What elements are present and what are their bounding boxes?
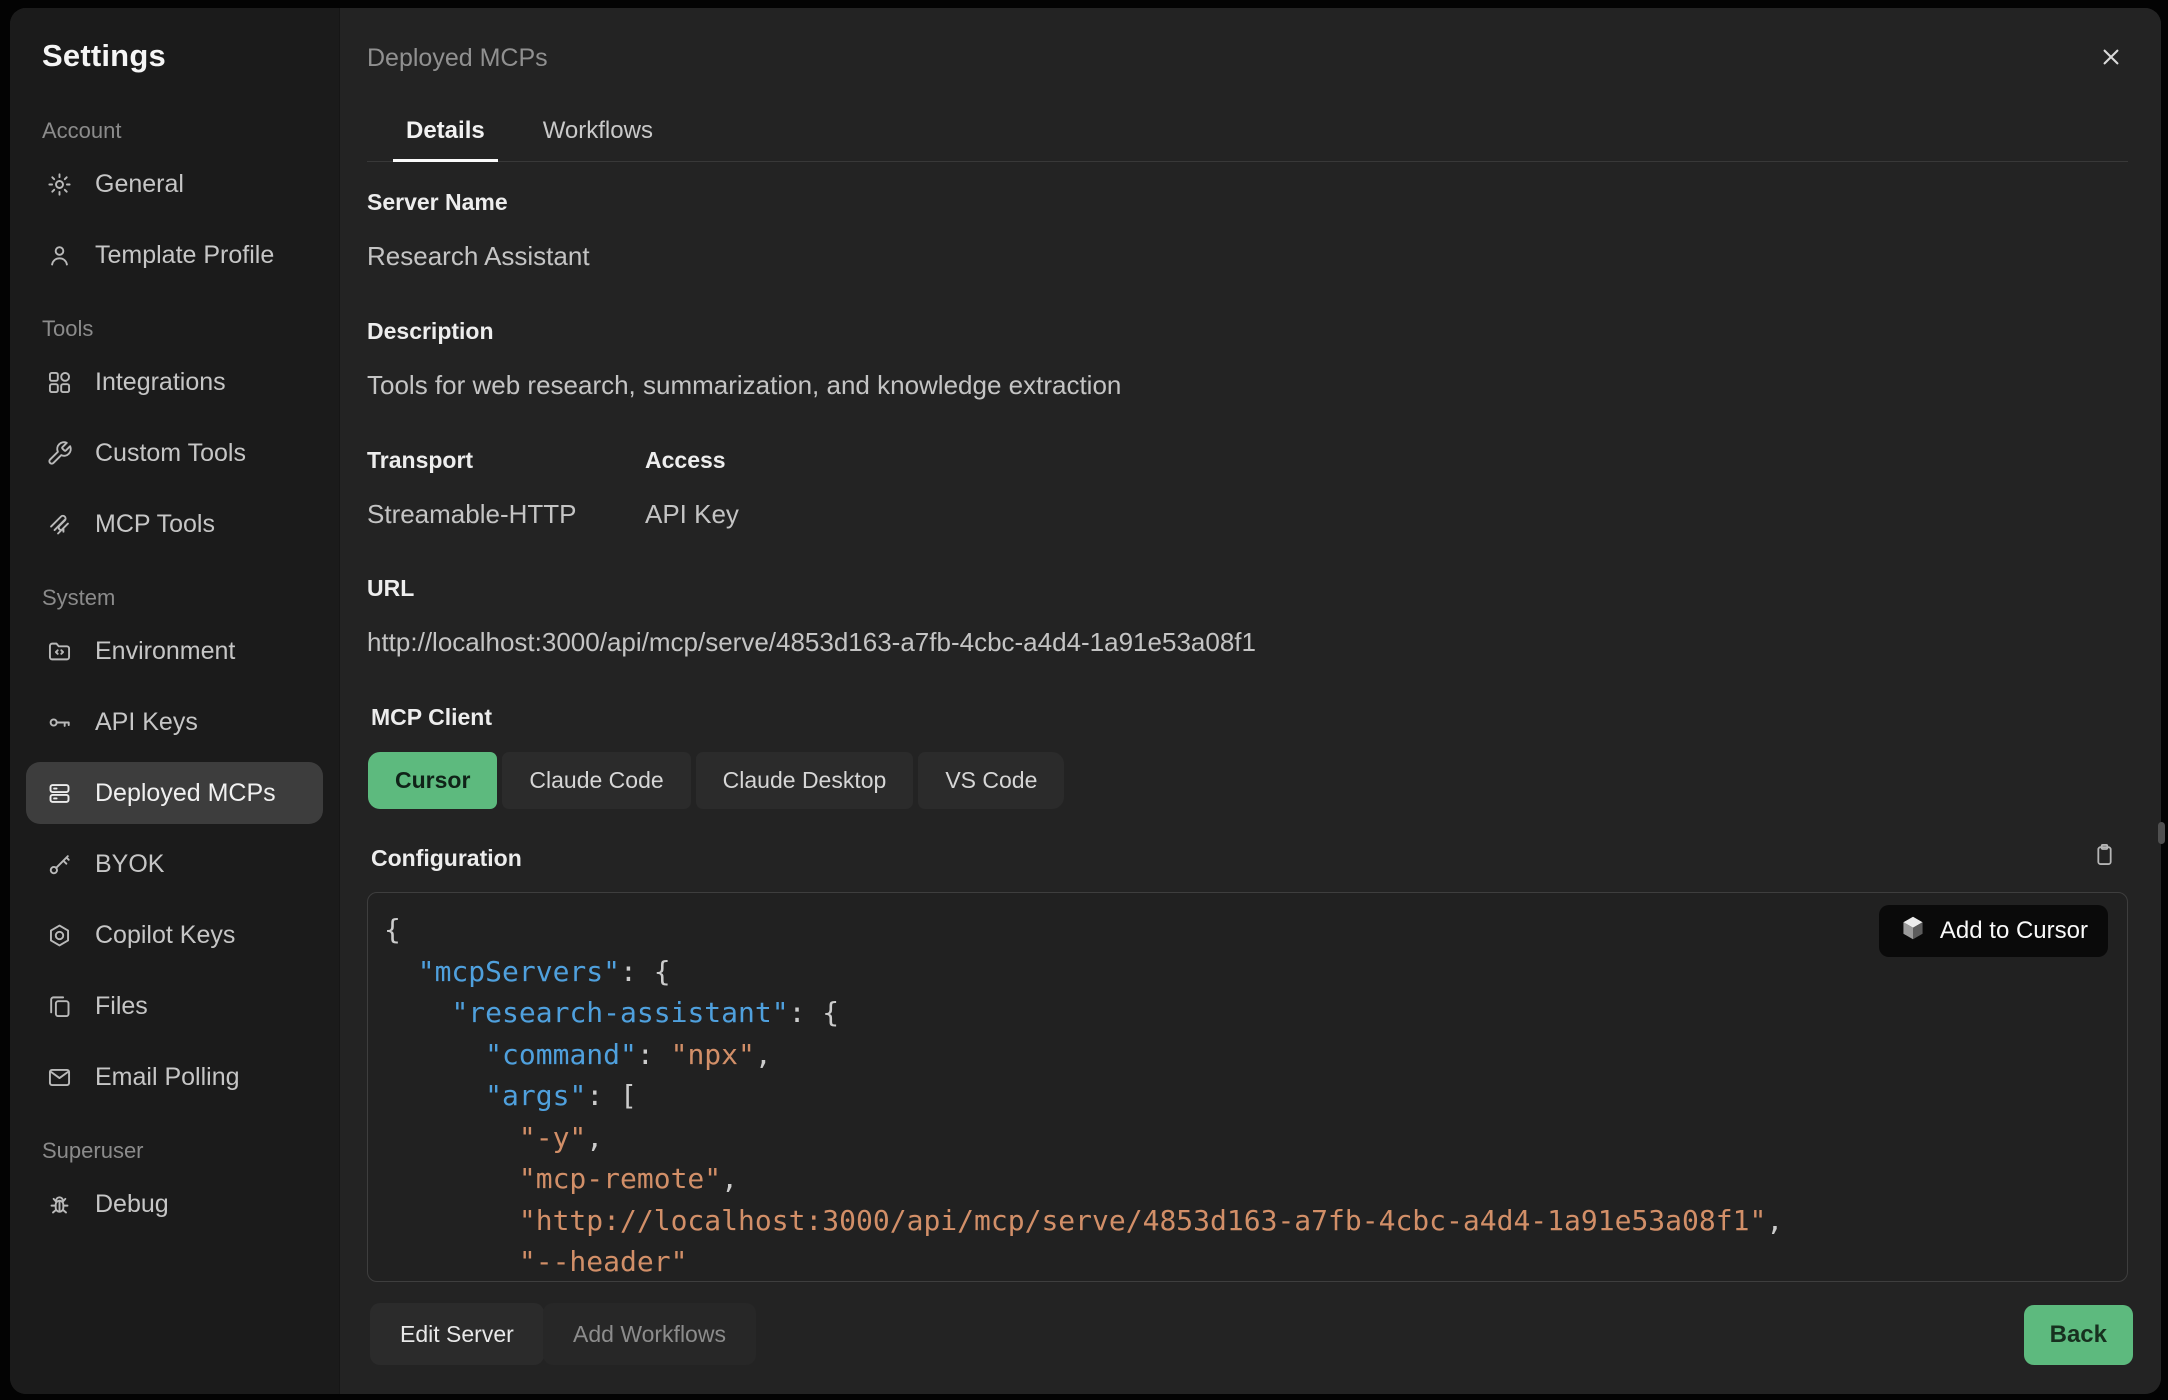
url-label: URL [367,575,414,602]
sidebar-item-debug[interactable]: Debug [26,1173,323,1235]
mcp-client-label: MCP Client [371,704,492,731]
server-name-label: Server Name [367,189,508,216]
sidebar-item-label: MCP Tools [95,510,215,539]
code-line: "args": [ [384,1075,2127,1117]
sidebar-section-system: System [42,585,323,611]
sidebar-item-label: General [95,170,184,199]
configuration-json: { "mcpServers": { "research-assistant": … [368,893,2127,1282]
sidebar-section-superuser: Superuser [42,1138,323,1164]
sidebar-item-environment[interactable]: Environment [26,620,323,682]
cursor-logo-icon [1899,914,1927,949]
back-button[interactable]: Back [2024,1305,2133,1365]
code-line: "command": "npx", [384,1034,2127,1076]
close-icon [2097,59,2125,74]
settings-modal: Settings Account General Template Profile T… [10,8,2161,1394]
sidebar-title: Settings [42,38,323,86]
code-line: "mcpServers": { [384,951,2127,993]
user-icon [46,242,73,269]
transport-label: Transport [367,447,473,474]
sidebar-item-mcp-tools[interactable]: MCP Tools [26,493,323,555]
sidebar-item-label: Custom Tools [95,439,246,468]
settings-sidebar: Settings Account General Template Profile T… [10,8,340,1394]
sidebar-section-tools: Tools [42,316,323,342]
access-value: API Key [645,499,739,530]
add-to-cursor-label: Add to Cursor [1940,917,2088,945]
close-button[interactable] [2091,38,2131,78]
mcp-icon [46,511,73,538]
code-line: "mcp-remote", [384,1158,2127,1200]
edit-server-button[interactable]: Edit Server [370,1303,544,1365]
sidebar-item-api-keys[interactable]: API Keys [26,691,323,753]
sidebar-item-general[interactable]: General [26,153,323,215]
sidebar-item-byok[interactable]: BYOK [26,833,323,895]
sidebar-item-label: BYOK [95,850,164,879]
add-to-cursor-button[interactable]: Add to Cursor [1879,905,2108,957]
tab-workflows[interactable]: Workflows [530,102,666,162]
sidebar-item-custom-tools[interactable]: Custom Tools [26,422,323,484]
mcp-client-option-vs-code[interactable]: VS Code [918,752,1064,809]
folder-code-icon [46,638,73,665]
code-line: "research-assistant": { [384,992,2127,1034]
gear-icon [46,171,73,198]
url-value: http://localhost:3000/api/mcp/serve/4853… [367,627,1256,658]
sidebar-item-label: Integrations [95,368,226,397]
files-icon [46,993,73,1020]
sidebar-item-template-profile[interactable]: Template Profile [26,224,323,286]
mcp-client-option-cursor[interactable]: Cursor [368,752,497,809]
sidebar-item-email-polling[interactable]: Email Polling [26,1046,323,1108]
mcp-client-selector: CursorClaude CodeClaude DesktopVS Code [368,752,1064,809]
sidebar-item-label: Environment [95,637,235,666]
deployed-mcps-panel: Deployed MCPs Details Workflows Server N… [340,8,2161,1394]
hexagon-icon [46,922,73,949]
code-line: "http://localhost:3000/api/mcp/serve/485… [384,1200,2127,1242]
sidebar-item-deployed-mcps[interactable]: Deployed MCPs [26,762,323,824]
bug-icon [46,1191,73,1218]
tab-bar: Details Workflows [367,102,2128,162]
code-line: "--header" [384,1241,2127,1282]
sidebar-item-label: Debug [95,1190,169,1219]
server-icon [46,780,73,807]
code-line: "-y", [384,1117,2127,1159]
sidebar-item-label: Email Polling [95,1063,240,1092]
key-diagonal-icon [46,851,73,878]
sidebar-item-label: Deployed MCPs [95,779,276,808]
sidebar-nav: Account General Template Profile Tools Integ… [26,118,323,1235]
sidebar-item-integrations[interactable]: Integrations [26,351,323,413]
copy-configuration-button[interactable] [2087,839,2121,873]
mcp-client-option-claude-desktop[interactable]: Claude Desktop [696,752,914,809]
tab-details[interactable]: Details [393,102,498,162]
sidebar-item-label: Template Profile [95,241,274,270]
sidebar-item-label: Files [95,992,148,1021]
wrench-icon [46,440,73,467]
mail-icon [46,1064,73,1091]
key-icon [46,709,73,736]
transport-value: Streamable-HTTP [367,499,577,530]
grid-icon [46,369,73,396]
clipboard-icon [2091,856,2118,871]
description-label: Description [367,318,494,345]
code-line: { [384,909,2127,951]
configuration-code-block: { "mcpServers": { "research-assistant": … [367,892,2128,1282]
add-workflows-button[interactable]: Add Workflows [543,1303,756,1365]
sidebar-item-files[interactable]: Files [26,975,323,1037]
access-label: Access [645,447,726,474]
sidebar-item-label: API Keys [95,708,198,737]
panel-title: Deployed MCPs [367,44,548,73]
sidebar-item-label: Copilot Keys [95,921,235,950]
mcp-client-option-claude-code[interactable]: Claude Code [502,752,690,809]
server-name-value: Research Assistant [367,241,590,272]
sidebar-item-copilot-keys[interactable]: Copilot Keys [26,904,323,966]
scrollbar-thumb[interactable] [2158,822,2165,844]
configuration-label: Configuration [371,845,522,872]
sidebar-section-account: Account [42,118,323,144]
description-value: Tools for web research, summarization, a… [367,370,1121,401]
